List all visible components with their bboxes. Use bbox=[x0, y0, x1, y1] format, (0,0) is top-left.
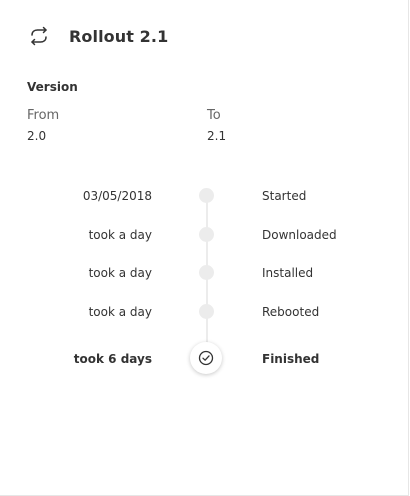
timeline-step-label: Installed bbox=[262, 266, 314, 280]
timeline-step-time: took a day bbox=[88, 266, 152, 280]
timeline-step-time: took a day bbox=[88, 305, 152, 319]
timeline-step-label: Rebooted bbox=[262, 305, 320, 319]
timeline-step-finished: took 6 days Finished bbox=[0, 342, 409, 374]
timeline-dot bbox=[199, 188, 214, 203]
timeline-step-label: Started bbox=[262, 189, 307, 203]
timeline-step-started: 03/05/2018 Started bbox=[0, 186, 409, 206]
timeline-step-label: Downloaded bbox=[262, 228, 337, 242]
timeline-dot bbox=[199, 304, 214, 319]
timeline-step-rebooted: took a day Rebooted bbox=[0, 302, 409, 322]
timeline-step-installed: took a day Installed bbox=[0, 263, 409, 283]
timeline-step-label: Finished bbox=[262, 352, 320, 366]
timeline-dot bbox=[199, 265, 214, 280]
rollout-panel: Rollout 2.1 Version From 2.0 To 2.1 03/0… bbox=[0, 0, 409, 496]
timeline-step-downloaded: took a day Downloaded bbox=[0, 225, 409, 245]
timeline-step-time: took a day bbox=[88, 228, 152, 242]
timeline-dot bbox=[199, 227, 214, 242]
check-circle-icon bbox=[190, 342, 222, 374]
timeline-step-time: 03/05/2018 bbox=[82, 189, 152, 203]
timeline-step-time: took 6 days bbox=[73, 352, 152, 366]
rollout-timeline: 03/05/2018 Started took a day Downloaded… bbox=[0, 0, 409, 496]
